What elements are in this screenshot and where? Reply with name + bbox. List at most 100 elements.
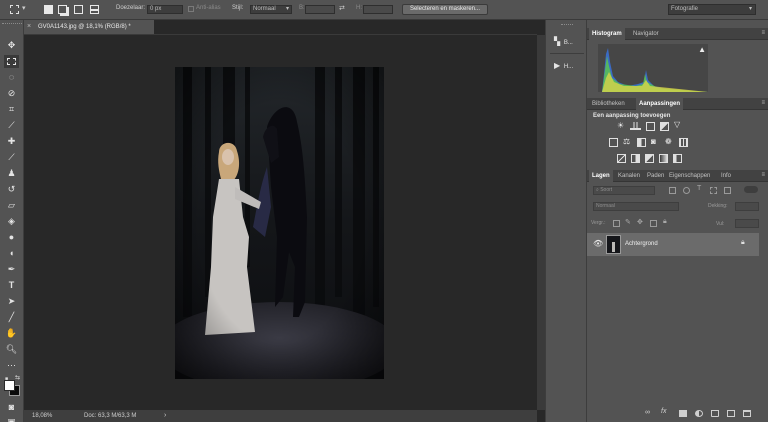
new-adjustment-layer-icon[interactable] <box>695 410 703 417</box>
layer-filter-select[interactable]: ⌕ Soort <box>593 186 655 195</box>
exposure-icon[interactable] <box>660 122 669 131</box>
close-icon[interactable]: × <box>27 20 37 34</box>
threshold-icon[interactable] <box>645 154 654 163</box>
layer-name[interactable]: Achtergrond <box>625 241 658 247</box>
tab-adjustments[interactable]: Aanpassingen <box>636 98 684 110</box>
line-tool-icon[interactable]: ╱ <box>4 311 19 324</box>
lock-paint-icon[interactable]: ✎ <box>625 218 631 226</box>
lock-all-icon[interactable]: 🔒︎ <box>663 218 667 226</box>
crop-tool-icon[interactable]: ⌗ <box>4 103 19 116</box>
status-menu-arrow-icon[interactable]: › <box>164 412 166 419</box>
fx-icon[interactable]: fx <box>661 408 666 415</box>
new-group-folder-icon[interactable] <box>711 410 719 417</box>
quick-mask-icon[interactable]: ◙ <box>4 401 19 414</box>
more-tools-icon[interactable]: ⋯ <box>4 359 19 372</box>
tab-histogram[interactable]: Histogram <box>589 28 625 40</box>
tab-paths[interactable]: Paden <box>644 170 667 182</box>
brightness-contrast-icon[interactable]: ☀ <box>617 121 624 130</box>
history-brush-tool-icon[interactable]: ↺ <box>4 183 19 196</box>
zoom-level[interactable]: 18,08% <box>32 413 52 419</box>
select-and-mask-button[interactable]: Selecteren en maskeren... <box>402 4 488 15</box>
layer-row[interactable]: 👁︎ Achtergrond 🔒︎ <box>587 233 759 256</box>
photo-filter-icon[interactable]: ◙ <box>651 137 656 146</box>
filter-toggle[interactable] <box>744 186 758 193</box>
document-photo[interactable] <box>175 67 384 379</box>
tab-properties[interactable]: Eigenschappen <box>666 170 713 182</box>
opacity-input[interactable] <box>735 202 759 211</box>
color-lookup-icon[interactable] <box>679 138 688 147</box>
gradient-map-icon[interactable] <box>659 154 668 163</box>
vibrance-icon[interactable]: ▽ <box>674 120 680 129</box>
dodge-tool-icon[interactable]: ◖ <box>4 247 19 260</box>
height-input[interactable] <box>363 5 393 14</box>
vertical-scrollbar[interactable] <box>537 35 545 410</box>
delete-layer-trash-icon[interactable] <box>743 410 751 417</box>
screen-mode-icon[interactable]: ▣ <box>4 416 19 422</box>
lock-transparency-icon[interactable] <box>613 220 620 227</box>
chevron-down-icon[interactable]: ▾ <box>22 4 26 12</box>
color-balance-icon[interactable]: ⚖ <box>623 137 630 146</box>
add-to-selection-icon[interactable] <box>58 5 67 14</box>
blur-tool-icon[interactable]: ● <box>4 231 19 244</box>
toolbar-grip[interactable] <box>2 23 22 25</box>
posterize-icon[interactable] <box>631 154 640 163</box>
black-white-icon[interactable] <box>637 138 646 147</box>
new-layer-icon[interactable] <box>727 410 735 417</box>
document-tab[interactable]: GV0A1143.jpg @ 18,1% (RGB/8) * <box>24 20 154 34</box>
warning-icon[interactable]: ▲ <box>698 45 706 54</box>
type-tool-icon[interactable]: T <box>4 279 19 292</box>
blend-mode-select[interactable]: Normaal <box>593 202 679 211</box>
move-tool-icon[interactable]: ✥ <box>4 39 19 52</box>
hand-tool-icon[interactable]: ✋ <box>4 327 19 340</box>
tab-channels[interactable]: Kanalen <box>615 170 643 182</box>
swap-arrows-icon[interactable]: ⇄ <box>339 4 345 12</box>
dock-item-history[interactable]: ▶ H... <box>554 61 582 73</box>
panel-menu-icon[interactable]: ≡ <box>757 100 765 106</box>
hue-saturation-icon[interactable] <box>609 138 618 147</box>
style-select[interactable]: Normaal ▾ <box>250 5 292 14</box>
panel-menu-icon[interactable]: ≡ <box>757 172 765 178</box>
eyedropper-tool-icon[interactable]: ⟋ <box>4 119 19 132</box>
intersect-selection-icon[interactable] <box>90 5 99 14</box>
lasso-tool-icon[interactable]: ◌ <box>4 71 19 84</box>
antialias-checkbox[interactable] <box>188 6 194 12</box>
feather-input[interactable]: 0 px <box>147 5 183 14</box>
panel-menu-icon[interactable]: ≡ <box>757 30 765 36</box>
path-selection-tool-icon[interactable]: ➤ <box>4 295 19 308</box>
filter-pixel-layers-icon[interactable] <box>669 187 676 194</box>
eraser-tool-icon[interactable]: ▱ <box>4 199 19 212</box>
channel-mixer-icon[interactable]: ❁ <box>665 137 672 146</box>
new-selection-icon[interactable] <box>44 5 53 14</box>
filter-shape-layers-icon[interactable] <box>710 187 717 194</box>
visibility-eye-icon[interactable]: 👁︎ <box>593 239 603 248</box>
levels-icon[interactable] <box>630 122 641 130</box>
lock-icon[interactable]: 🔒︎ <box>741 239 745 247</box>
filter-type-layers-icon[interactable]: T <box>697 185 701 192</box>
brush-tool-icon[interactable]: ⟋ <box>4 151 19 164</box>
healing-brush-tool-icon[interactable]: ✚ <box>4 135 19 148</box>
lock-artboard-icon[interactable] <box>650 220 657 227</box>
pen-tool-icon[interactable]: ✒ <box>4 263 19 276</box>
foreground-color-swatch[interactable] <box>4 380 15 391</box>
fill-input[interactable] <box>735 219 759 228</box>
dock-item-brushes[interactable]: ▚ B... <box>554 37 582 49</box>
add-mask-icon[interactable] <box>679 410 687 417</box>
width-input[interactable] <box>305 5 335 14</box>
selective-color-icon[interactable] <box>673 154 682 163</box>
link-layers-icon[interactable]: ∞ <box>645 409 650 416</box>
zoom-tool-icon[interactable]: 🔍︎ <box>4 343 19 356</box>
dock-grip[interactable] <box>561 24 573 26</box>
rectangular-marquee-tool-icon[interactable] <box>4 55 19 68</box>
swap-colors-icon[interactable]: ⇆ <box>15 374 20 381</box>
tab-layers[interactable]: Lagen <box>589 170 613 182</box>
curves-icon[interactable] <box>646 122 655 131</box>
marquee-tool-preset-icon[interactable] <box>10 5 19 14</box>
filter-adjustment-layers-icon[interactable] <box>683 187 690 194</box>
workspace-select[interactable]: Fotografie ▾ <box>668 4 756 15</box>
quick-selection-tool-icon[interactable]: ⊘ <box>4 87 19 100</box>
tab-info[interactable]: Info <box>718 170 734 182</box>
subtract-from-selection-icon[interactable] <box>74 5 83 14</box>
filter-smart-objects-icon[interactable] <box>724 187 731 194</box>
invert-icon[interactable] <box>617 154 626 163</box>
tab-navigator[interactable]: Navigator <box>630 28 662 40</box>
